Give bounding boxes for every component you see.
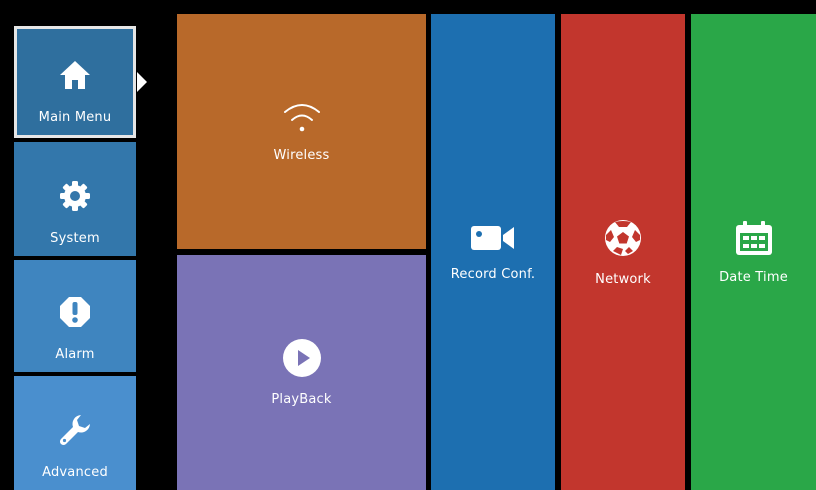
video-camera-icon: [470, 223, 516, 257]
sidebar-item-advanced[interactable]: Advanced: [14, 376, 136, 490]
record-conf-tile[interactable]: Record Conf.: [431, 14, 555, 490]
wrench-icon: [56, 411, 94, 449]
tile-label: Wireless: [273, 148, 330, 163]
tile-label: Record Conf.: [450, 266, 536, 282]
playback-tile[interactable]: PlayBack: [177, 255, 426, 490]
wireless-tile[interactable]: Wireless: [177, 14, 426, 249]
calendar-icon: [734, 220, 774, 260]
wifi-icon: [282, 100, 322, 138]
tile-label: Network: [595, 271, 651, 287]
sidebar-item-system[interactable]: System: [14, 142, 136, 256]
home-icon: [56, 56, 94, 94]
tile-label: Date Time: [719, 269, 788, 285]
sidebar-item-main-menu[interactable]: Main Menu: [14, 26, 136, 138]
play-circle-icon: [282, 338, 322, 382]
sidebar-item-label: Alarm: [55, 347, 95, 362]
date-time-tile[interactable]: Date Time: [691, 14, 816, 490]
alert-octagon-icon: [56, 293, 94, 331]
network-tile[interactable]: Network: [561, 14, 685, 490]
tile-label: PlayBack: [271, 392, 332, 407]
sidebar-item-label: System: [50, 231, 100, 246]
sidebar-item-label: Main Menu: [38, 110, 112, 125]
selection-pointer: [137, 72, 147, 92]
sidebar-item-alarm[interactable]: Alarm: [14, 260, 136, 372]
gear-icon: [56, 177, 94, 215]
sidebar-item-label: Advanced: [42, 465, 108, 480]
network-ball-icon: [603, 218, 643, 262]
